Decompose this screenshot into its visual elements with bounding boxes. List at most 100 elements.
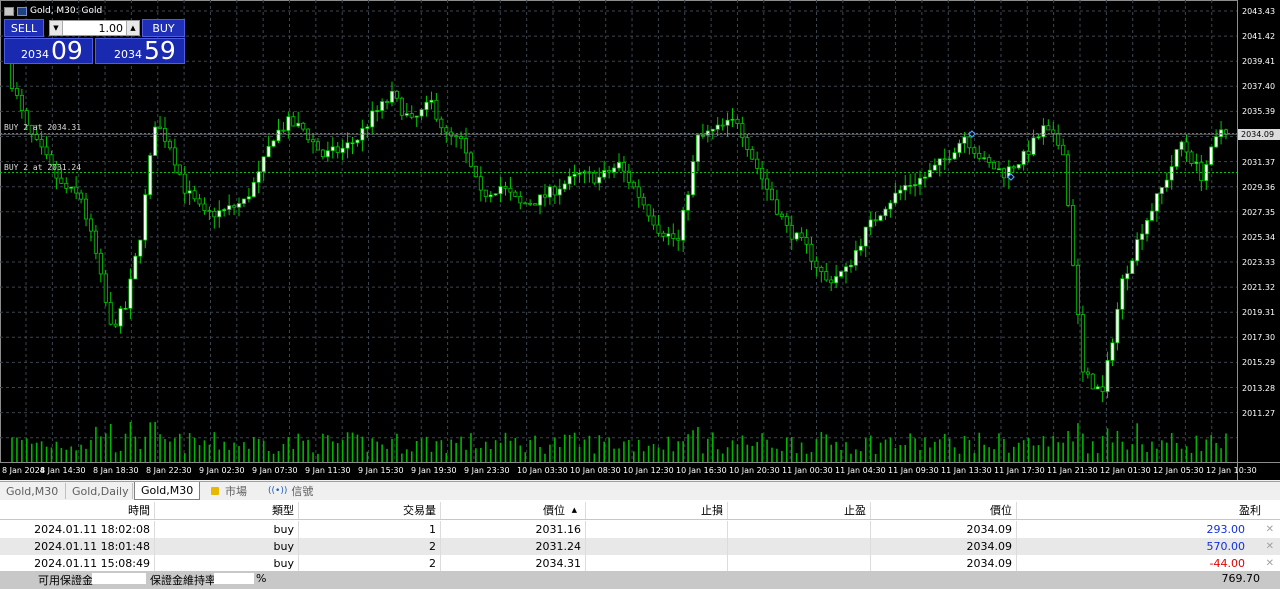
cell-tp xyxy=(728,521,871,538)
sell-price-box[interactable]: 2034 09 xyxy=(4,36,93,65)
candle-body xyxy=(167,140,172,149)
candle-body xyxy=(750,149,755,160)
tab-signals[interactable]: ((•)) 信號 xyxy=(262,483,322,499)
candle-body xyxy=(651,215,656,226)
col-header-tp[interactable]: 止盈 xyxy=(728,502,871,519)
candle-body xyxy=(799,232,804,238)
cell-time: 2024.01.11 18:02:08 xyxy=(0,521,155,538)
candle-body xyxy=(898,189,903,194)
candle-body xyxy=(182,173,187,194)
buy-button[interactable]: BUY xyxy=(142,19,185,37)
lot-size-input[interactable]: ▼ 1.00 ▲ xyxy=(49,20,140,36)
time-tick-label: 9 Jan 15:30 xyxy=(358,466,404,475)
candle-body xyxy=(873,219,878,222)
candle-body xyxy=(725,119,730,126)
buy-price-box[interactable]: 2034 59 xyxy=(95,36,185,65)
candle-body xyxy=(681,209,686,241)
candle-body xyxy=(473,165,478,178)
candle-body xyxy=(868,219,873,228)
price-chart[interactable]: Gold, M30: Gold SELL ▼ 1.00 ▲ BUY 2034 0… xyxy=(0,0,1280,480)
candle-body xyxy=(123,307,128,310)
col-header-price[interactable]: 價位 ▲ xyxy=(441,502,586,519)
candle-body xyxy=(1159,187,1164,194)
tab-gold-m30[interactable]: Gold,M30 xyxy=(0,483,66,499)
candle-body xyxy=(345,142,350,149)
col-header-sl[interactable]: 止損 xyxy=(586,502,728,519)
tab-market[interactable]: 市場 xyxy=(205,483,257,499)
candle-body xyxy=(439,118,444,129)
candle-body xyxy=(143,194,148,241)
candle-body xyxy=(44,146,49,156)
col-header-current-price[interactable]: 價位 xyxy=(871,502,1017,519)
buy-price-prefix: 2034 xyxy=(114,48,142,61)
candle-body xyxy=(493,193,498,196)
candle-body xyxy=(691,161,696,196)
cell-sl xyxy=(586,521,728,538)
candle-body xyxy=(789,224,794,240)
trade-line-label-2[interactable]: BUY 2 at 2031.24 xyxy=(4,163,81,172)
candle-body xyxy=(661,232,666,237)
time-tick-label: 12 Jan 01:30 xyxy=(1100,466,1151,475)
buy-price-big: 59 xyxy=(144,36,176,65)
candle-body xyxy=(335,146,340,153)
candle-body xyxy=(552,186,557,196)
col-header-profit[interactable]: 盈利 xyxy=(1017,502,1265,519)
candle-body xyxy=(1105,360,1110,392)
candle-body xyxy=(1184,141,1189,153)
price-tick-label: 2023.33 xyxy=(1242,258,1276,267)
trade-line-label-1[interactable]: BUY 2 at 2034.31 xyxy=(4,123,81,132)
lot-increase-icon[interactable]: ▲ xyxy=(126,21,139,35)
tab-gold-daily[interactable]: Gold,Daily xyxy=(66,483,133,499)
sell-button[interactable]: SELL xyxy=(4,19,44,37)
table-footer: 可用保證金: 保證金維持率: % 769.70 xyxy=(0,571,1280,589)
price-tick-label: 2039.41 xyxy=(1242,57,1276,67)
candle-body xyxy=(942,158,947,161)
candle-body xyxy=(641,196,646,206)
col-header-time[interactable]: 時間 xyxy=(0,502,155,519)
close-position-icon[interactable]: ✕ xyxy=(1266,538,1274,555)
time-tick-label: 10 Jan 20:30 xyxy=(729,466,780,475)
candle-body xyxy=(227,205,232,210)
candle-body xyxy=(133,255,138,280)
candle-body xyxy=(399,97,404,116)
cell-sl xyxy=(586,538,728,555)
table-row[interactable]: 2024.01.11 15:08:49 buy 2 2034.31 2034.09 -44… xyxy=(0,555,1280,572)
candle-body xyxy=(533,203,538,206)
cell-price: 2031.16 xyxy=(441,521,586,538)
candle-body xyxy=(503,186,508,189)
candle-body xyxy=(468,152,473,167)
lot-decrease-icon[interactable]: ▼ xyxy=(50,21,63,35)
cell-type: buy xyxy=(155,538,299,555)
time-tick-label: 9 Jan 23:30 xyxy=(464,466,510,475)
tab-gold-m30-active[interactable]: Gold,M30 xyxy=(134,482,200,500)
cell-tp xyxy=(728,555,871,572)
candle-body xyxy=(419,109,424,117)
candle-body xyxy=(103,273,108,303)
candle-body xyxy=(636,186,641,198)
candle-body xyxy=(320,149,325,158)
candle-body xyxy=(878,215,883,221)
time-tick-label: 12 Jan 10:30 xyxy=(1206,466,1257,475)
close-position-icon[interactable]: ✕ xyxy=(1266,555,1274,572)
candle-body xyxy=(162,128,167,142)
col-header-type[interactable]: 類型 xyxy=(155,502,299,519)
chart-title: Gold, M30: Gold xyxy=(30,6,103,16)
candle-body xyxy=(1066,154,1071,206)
cell-cur-price: 2034.09 xyxy=(871,521,1017,538)
free-margin-label: 可用保證金: xyxy=(38,574,97,587)
candle-body xyxy=(656,224,661,234)
col-header-volume[interactable]: 交易量 xyxy=(299,502,441,519)
candle-body xyxy=(774,199,779,215)
time-tick-label: 8 Jan 18:30 xyxy=(93,466,139,475)
candle-body xyxy=(572,173,577,177)
candle-body xyxy=(355,139,360,144)
close-position-icon[interactable]: ✕ xyxy=(1266,521,1274,538)
table-row[interactable]: 2024.01.11 18:01:48 buy 2 2031.24 2034.09 570… xyxy=(0,538,1280,555)
candle-body xyxy=(888,202,893,210)
price-tick-label: 2011.27 xyxy=(1242,408,1276,418)
candle-body xyxy=(523,202,528,205)
time-tick-label: 11 Jan 00:30 xyxy=(782,466,833,475)
candle-body xyxy=(617,162,622,169)
cell-tp xyxy=(728,538,871,555)
table-row[interactable]: 2024.01.11 18:02:08 buy 1 2031.16 2034.09 293… xyxy=(0,521,1280,538)
